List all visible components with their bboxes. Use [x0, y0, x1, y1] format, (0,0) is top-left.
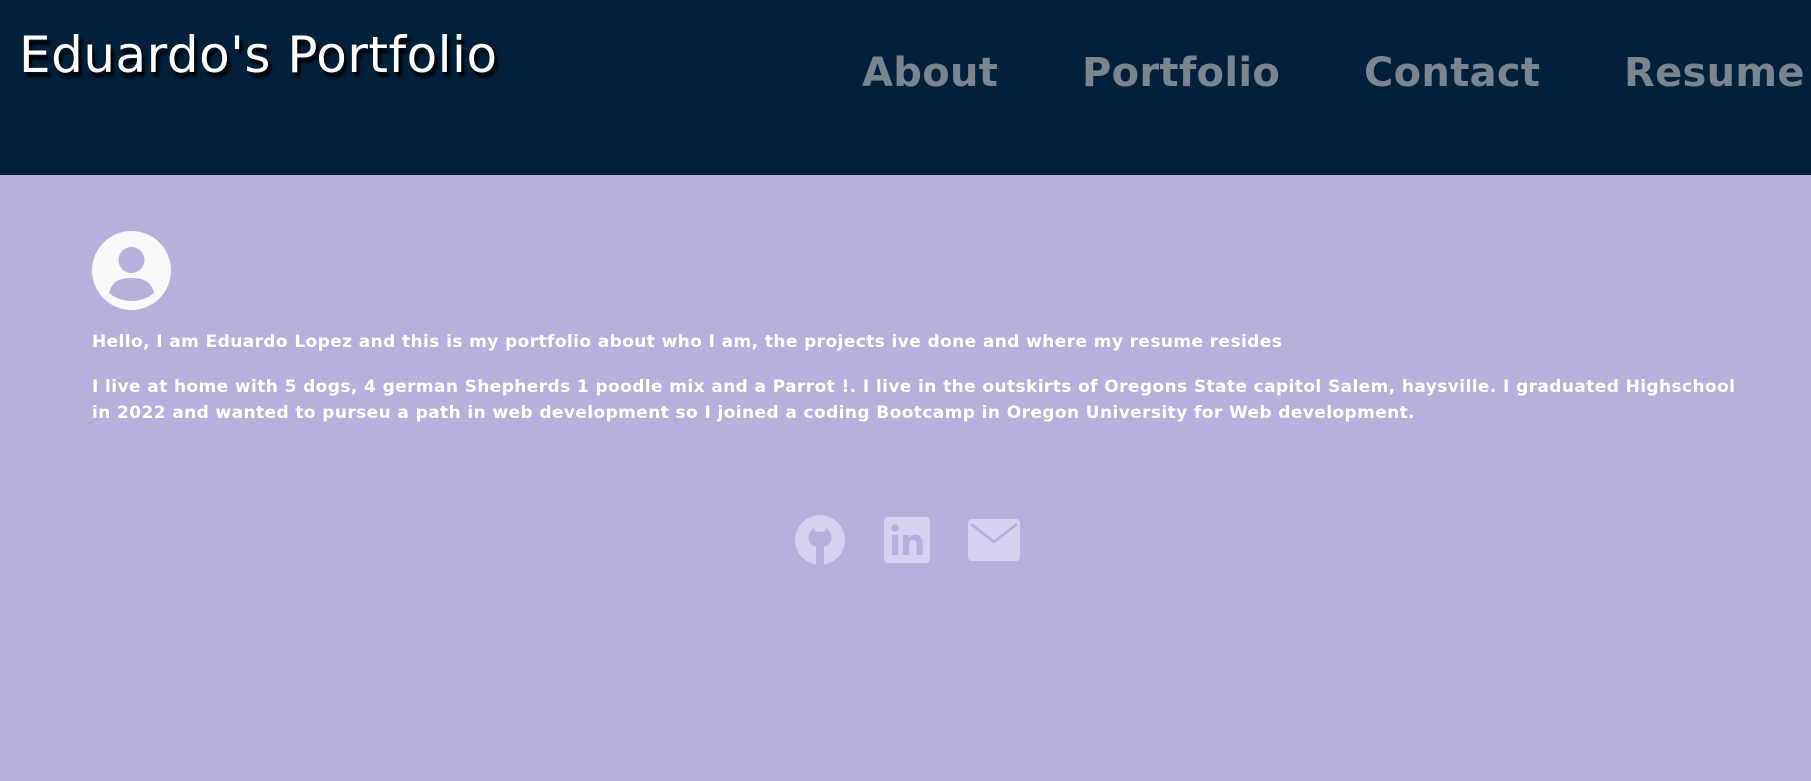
linkedin-link[interactable] [884, 517, 930, 563]
site-header: Eduardo's Portfolio About Portfolio Cont… [0, 0, 1811, 175]
linkedin-icon [884, 517, 930, 563]
github-link[interactable] [795, 515, 845, 565]
nav-link-about[interactable]: About [862, 50, 998, 96]
site-title: Eduardo's Portfolio [19, 26, 498, 84]
github-icon [795, 515, 845, 565]
nav-link-resume[interactable]: Resume [1624, 50, 1805, 96]
email-icon [968, 519, 1020, 561]
nav-link-portfolio[interactable]: Portfolio [1082, 50, 1280, 96]
user-circle-icon [92, 231, 171, 310]
nav-link-contact[interactable]: Contact [1364, 50, 1540, 96]
intro-text: Hello, I am Eduardo Lopez and this is my… [92, 332, 1283, 352]
bio-text: I live at home with 5 dogs, 4 german She… [92, 377, 1736, 423]
email-link[interactable] [968, 519, 1020, 561]
